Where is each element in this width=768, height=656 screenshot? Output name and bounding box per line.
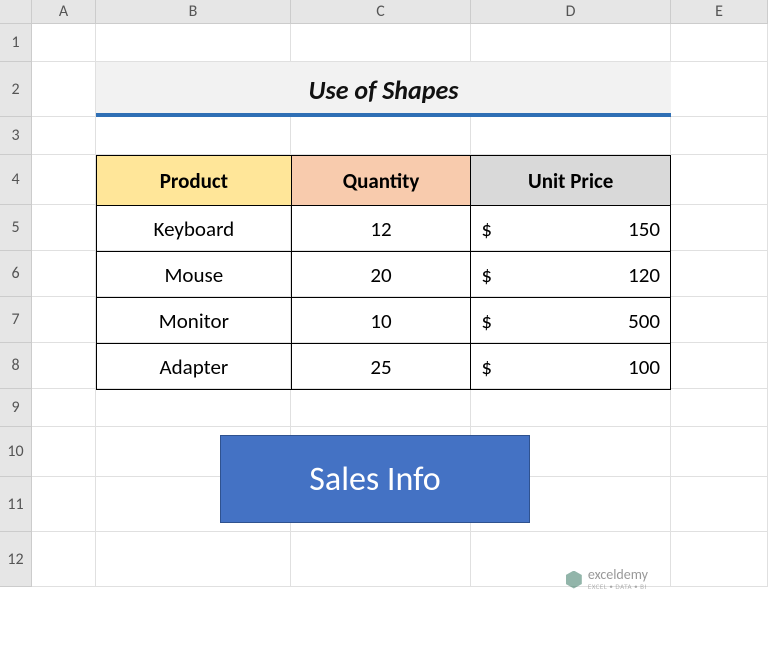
cell-quantity[interactable]: 25 — [291, 344, 471, 390]
row-header-12[interactable]: 12 — [0, 532, 32, 587]
watermark-tagline: EXCEL • DATA • BI — [588, 582, 648, 591]
cell[interactable] — [291, 117, 471, 155]
row-header-7[interactable]: 7 — [0, 297, 32, 343]
cell[interactable] — [32, 62, 96, 117]
row-header-5[interactable]: 5 — [0, 205, 32, 251]
cell[interactable] — [471, 24, 671, 62]
table-row: Keyboard 12 $150 — [97, 206, 671, 252]
cell[interactable] — [32, 427, 96, 477]
cell-quantity[interactable]: 10 — [291, 298, 471, 344]
cell[interactable] — [671, 155, 768, 205]
col-product[interactable]: Product — [97, 156, 292, 206]
col-header-c[interactable]: C — [291, 0, 471, 24]
cell[interactable] — [32, 343, 96, 389]
col-header-b[interactable]: B — [96, 0, 291, 24]
row-header-11[interactable]: 11 — [0, 477, 32, 532]
cell[interactable] — [291, 532, 471, 587]
cell[interactable] — [32, 251, 96, 297]
col-header-a[interactable]: A — [32, 0, 96, 24]
cell[interactable] — [671, 24, 768, 62]
cell[interactable] — [96, 24, 291, 62]
cell-product[interactable]: Adapter — [97, 344, 292, 390]
currency-label: $ — [481, 262, 492, 288]
cell[interactable] — [32, 205, 96, 251]
cell[interactable] — [96, 117, 291, 155]
cell[interactable] — [471, 389, 671, 427]
cell[interactable] — [32, 297, 96, 343]
cell[interactable] — [32, 24, 96, 62]
cell-product[interactable]: Mouse — [97, 252, 292, 298]
cell[interactable] — [32, 477, 96, 532]
cell[interactable] — [671, 477, 768, 532]
currency-label: $ — [481, 354, 492, 380]
price-value: 150 — [628, 216, 660, 242]
cell[interactable] — [291, 389, 471, 427]
cell-product[interactable]: Keyboard — [97, 206, 292, 252]
cell-price[interactable]: $500 — [471, 298, 671, 344]
cell-price[interactable]: $150 — [471, 206, 671, 252]
table-row: Monitor 10 $500 — [97, 298, 671, 344]
table-header-row: Product Quantity Unit Price — [97, 156, 671, 206]
row-header-2[interactable]: 2 — [0, 62, 32, 117]
row-header-9[interactable]: 9 — [0, 389, 32, 427]
cell[interactable] — [32, 532, 96, 587]
cell[interactable] — [96, 389, 291, 427]
cell[interactable] — [32, 389, 96, 427]
cell[interactable] — [671, 117, 768, 155]
cell[interactable] — [671, 251, 768, 297]
cell-quantity[interactable]: 12 — [291, 206, 471, 252]
cell[interactable] — [291, 24, 471, 62]
spreadsheet: A B C D E 1 2 3 4 5 6 7 8 9 10 11 12 Use… — [0, 0, 768, 656]
cell[interactable] — [671, 532, 768, 587]
cell-quantity[interactable]: 20 — [291, 252, 471, 298]
row-header-3[interactable]: 3 — [0, 117, 32, 155]
row-header-4[interactable]: 4 — [0, 155, 32, 205]
cell[interactable] — [671, 205, 768, 251]
watermark: exceldemy EXCEL • DATA • BI — [566, 568, 648, 591]
currency-label: $ — [481, 216, 492, 242]
page-title[interactable]: Use of Shapes — [96, 62, 671, 117]
row-header-6[interactable]: 6 — [0, 251, 32, 297]
row-header-10[interactable]: 10 — [0, 427, 32, 477]
cell-product[interactable]: Monitor — [97, 298, 292, 344]
watermark-brand: exceldemy — [588, 568, 648, 582]
price-value: 500 — [628, 308, 660, 334]
row-header-8[interactable]: 8 — [0, 343, 32, 389]
table-row: Mouse 20 $120 — [97, 252, 671, 298]
cell-price[interactable]: $120 — [471, 252, 671, 298]
table-row: Adapter 25 $100 — [97, 344, 671, 390]
col-header-e[interactable]: E — [671, 0, 768, 24]
cell[interactable] — [671, 297, 768, 343]
cell[interactable] — [471, 117, 671, 155]
cell[interactable] — [96, 532, 291, 587]
cell[interactable] — [671, 343, 768, 389]
cell[interactable] — [32, 155, 96, 205]
sales-info-shape-button[interactable]: Sales Info — [220, 435, 530, 523]
currency-label: $ — [481, 308, 492, 334]
row-headers: 1 2 3 4 5 6 7 8 9 10 11 12 — [0, 24, 32, 587]
title-underline — [96, 113, 671, 117]
data-table: Product Quantity Unit Price Keyboard 12 … — [96, 155, 671, 390]
column-headers: A B C D E — [32, 0, 768, 24]
cell[interactable] — [671, 389, 768, 427]
select-all-corner[interactable] — [0, 0, 32, 24]
col-quantity[interactable]: Quantity — [291, 156, 471, 206]
hex-icon — [566, 571, 582, 589]
cell[interactable] — [671, 427, 768, 477]
col-unit-price[interactable]: Unit Price — [471, 156, 671, 206]
cell-price[interactable]: $100 — [471, 344, 671, 390]
price-value: 100 — [628, 354, 660, 380]
row-header-1[interactable]: 1 — [0, 24, 32, 62]
price-value: 120 — [628, 262, 660, 288]
col-header-d[interactable]: D — [471, 0, 671, 24]
cell[interactable] — [32, 117, 96, 155]
cell[interactable] — [671, 62, 768, 117]
